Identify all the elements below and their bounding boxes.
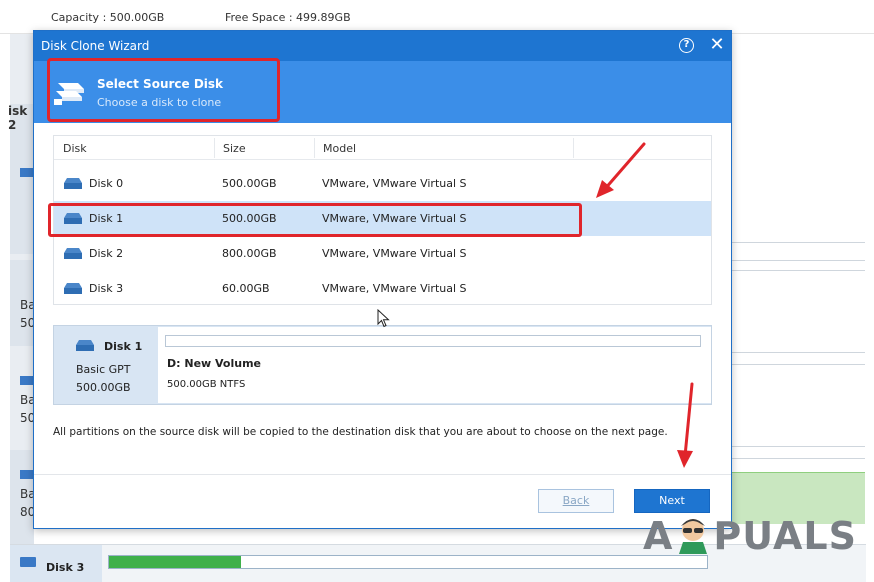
dialog-titlebar: Disk Clone Wizard ? ✕: [34, 31, 731, 61]
step-header-highlight: [47, 58, 280, 122]
arrow-icon: [677, 382, 694, 468]
partition-name: D: New Volume: [167, 357, 262, 370]
selected-row-highlight: [48, 203, 582, 237]
bg-disk-icon: [20, 168, 34, 177]
back-button[interactable]: Back: [538, 489, 614, 513]
disk-map-size: 500.00GB: [76, 381, 131, 394]
disk-size: 60.00GB: [222, 282, 270, 295]
disk-icon: [64, 178, 82, 189]
disk-icon: [76, 340, 94, 351]
bg-disk-icon: [20, 376, 34, 385]
disk-name: Disk 0: [89, 177, 124, 190]
arrow-icon: [596, 142, 646, 198]
disk-name: Disk 3: [89, 282, 124, 295]
bg-disk3-usage-fill: [109, 556, 241, 568]
help-icon[interactable]: ?: [679, 38, 694, 53]
disk-map-type: Basic GPT: [76, 363, 131, 376]
disk-map: Disk 1 Basic GPT 500.00GB D: New Volume …: [53, 325, 712, 405]
table-row[interactable]: Disk 2 800.00GB VMware, VMware Virtual S: [54, 236, 711, 271]
close-icon[interactable]: ✕: [707, 35, 727, 55]
disk-model: VMware, VMware Virtual S: [322, 177, 467, 190]
info-text: All partitions on the source disk will b…: [53, 426, 668, 438]
column-header-disk[interactable]: Disk: [63, 142, 87, 155]
cursor-icon: [377, 309, 390, 328]
partition-block[interactable]: D: New Volume 500.00GB NTFS: [158, 327, 711, 403]
disk-size: 800.00GB: [222, 247, 277, 260]
column-header-model[interactable]: Model: [323, 142, 356, 155]
disk-size: 500.00GB: [222, 177, 277, 190]
appuals-watermark: A PUALS: [643, 514, 857, 558]
disk-model: VMware, VMware Virtual S: [322, 247, 467, 260]
background-partition-area: [732, 34, 865, 544]
free-space-label: Free Space : 499.89GB: [225, 11, 351, 24]
partition-usage-bar: [165, 335, 701, 347]
background-header: Capacity : 500.00GB Free Space : 499.89G…: [0, 0, 874, 34]
disk-icon: [20, 557, 36, 567]
disk-name: Disk 2: [89, 247, 124, 260]
mascot-icon: [679, 519, 708, 554]
disk-icon: [64, 248, 82, 259]
partition-info: 500.00GB NTFS: [167, 379, 246, 390]
disk-map-summary: Disk 1 Basic GPT 500.00GB: [54, 326, 157, 404]
bg-disk3-usage-bar: [108, 555, 708, 569]
bg-disk-icon: [20, 470, 34, 479]
background-disk-list: isk 2 Ba 50 Ba 50 Ba 80: [8, 34, 36, 582]
next-button[interactable]: Next: [634, 489, 710, 513]
dialog-title: Disk Clone Wizard: [41, 39, 150, 53]
bg-disk3-item[interactable]: Disk 3: [10, 545, 102, 582]
table-row[interactable]: Disk 3 60.00GB VMware, VMware Virtual S: [54, 271, 711, 306]
footer-divider: [34, 474, 731, 475]
bg-disk-label: isk 2: [8, 104, 28, 132]
bg-disk3-label: Disk 3: [46, 561, 85, 574]
capacity-label: Capacity : 500.00GB: [51, 11, 165, 24]
column-header-size[interactable]: Size: [223, 142, 246, 155]
disk-model: VMware, VMware Virtual S: [322, 282, 467, 295]
disk-map-name: Disk 1: [104, 340, 143, 353]
disk-icon: [64, 283, 82, 294]
